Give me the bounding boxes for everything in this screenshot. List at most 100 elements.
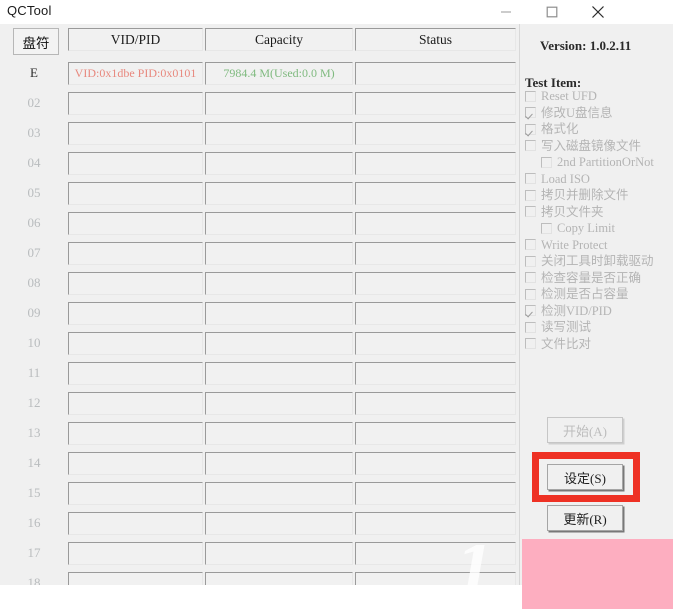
cell-status[interactable]	[355, 152, 516, 175]
checkbox-icon[interactable]	[525, 173, 536, 185]
cell-vidpid[interactable]	[68, 482, 203, 505]
cell-capacity[interactable]	[205, 182, 353, 205]
table-row[interactable]: 14	[0, 448, 519, 478]
table-row[interactable]: 08	[0, 268, 519, 298]
table-row[interactable]: 12	[0, 388, 519, 418]
column-header-vidpid[interactable]: VID/PID	[68, 28, 203, 51]
checkbox-icon[interactable]	[525, 206, 536, 218]
cell-capacity[interactable]: 7984.4 M(Used:0.0 M)	[205, 62, 353, 85]
cell-status[interactable]	[355, 182, 516, 205]
checkbox-icon[interactable]	[525, 189, 536, 201]
cell-capacity[interactable]	[205, 272, 353, 295]
cell-vidpid[interactable]	[68, 392, 203, 415]
cell-status[interactable]	[355, 362, 516, 385]
test-item-row[interactable]: 检测是否占容量	[520, 286, 673, 303]
cell-status[interactable]	[355, 572, 516, 585]
checkbox-icon[interactable]	[525, 321, 536, 333]
table-row[interactable]: 04	[0, 148, 519, 178]
cell-status[interactable]	[355, 482, 516, 505]
cell-vidpid[interactable]	[68, 362, 203, 385]
checkbox-icon[interactable]	[525, 123, 536, 135]
cell-capacity[interactable]	[205, 482, 353, 505]
checkbox-icon[interactable]	[525, 90, 536, 102]
test-item-row[interactable]: 读写测试	[520, 319, 673, 336]
test-item-row[interactable]: Load ISO	[520, 171, 673, 188]
test-item-row[interactable]: Write Protect	[520, 237, 673, 254]
test-item-row[interactable]: 格式化	[520, 121, 673, 138]
cell-status[interactable]	[355, 392, 516, 415]
start-button[interactable]: 开始(A)	[547, 417, 623, 443]
table-row[interactable]: 16	[0, 508, 519, 538]
cell-status[interactable]	[355, 242, 516, 265]
checkbox-icon[interactable]	[525, 140, 536, 152]
table-row[interactable]: 06	[0, 208, 519, 238]
cell-capacity[interactable]	[205, 422, 353, 445]
cell-vidpid[interactable]	[68, 272, 203, 295]
cell-vidpid[interactable]	[68, 542, 203, 565]
checkbox-icon[interactable]	[525, 272, 536, 284]
table-row[interactable]: 10	[0, 328, 519, 358]
cell-status[interactable]	[355, 512, 516, 535]
cell-vidpid[interactable]	[68, 122, 203, 145]
test-item-row[interactable]: 文件比对	[520, 336, 673, 353]
cell-capacity[interactable]	[205, 92, 353, 115]
table-row[interactable]: 15	[0, 478, 519, 508]
test-item-row[interactable]: 2nd PartitionOrNot	[520, 154, 673, 171]
table-row[interactable]: 03	[0, 118, 519, 148]
cell-status[interactable]	[355, 62, 516, 85]
cell-vidpid[interactable]	[68, 152, 203, 175]
test-item-row[interactable]: Copy Limit	[520, 220, 673, 237]
cell-vidpid[interactable]	[68, 242, 203, 265]
table-row[interactable]: 17	[0, 538, 519, 568]
cell-capacity[interactable]	[205, 242, 353, 265]
table-row[interactable]: 11	[0, 358, 519, 388]
test-item-row[interactable]: 修改U盘信息	[520, 105, 673, 122]
cell-status[interactable]	[355, 332, 516, 355]
test-item-row[interactable]: 写入磁盘镜像文件	[520, 138, 673, 155]
update-button[interactable]: 更新(R)	[547, 505, 623, 531]
test-item-row[interactable]: 检查容量是否正确	[520, 270, 673, 287]
test-item-row[interactable]: 关闭工具时卸载驱动	[520, 253, 673, 270]
column-header-drive[interactable]: 盘符	[13, 28, 59, 55]
checkbox-icon[interactable]	[541, 222, 552, 234]
table-row[interactable]: 05	[0, 178, 519, 208]
cell-status[interactable]	[355, 272, 516, 295]
cell-status[interactable]	[355, 542, 516, 565]
table-row[interactable]: 07	[0, 238, 519, 268]
cell-capacity[interactable]	[205, 332, 353, 355]
cell-capacity[interactable]	[205, 212, 353, 235]
cell-vidpid[interactable]: VID:0x1dbe PID:0x0101	[68, 62, 203, 85]
cell-vidpid[interactable]	[68, 92, 203, 115]
cell-vidpid[interactable]	[68, 332, 203, 355]
cell-status[interactable]	[355, 92, 516, 115]
checkbox-icon[interactable]	[525, 305, 536, 317]
cell-vidpid[interactable]	[68, 302, 203, 325]
cell-capacity[interactable]	[205, 122, 353, 145]
checkbox-icon[interactable]	[525, 239, 536, 251]
checkbox-icon[interactable]	[525, 338, 536, 350]
cell-capacity[interactable]	[205, 302, 353, 325]
cell-vidpid[interactable]	[68, 452, 203, 475]
cell-status[interactable]	[355, 422, 516, 445]
close-button[interactable]	[575, 0, 621, 24]
cell-status[interactable]	[355, 302, 516, 325]
cell-vidpid[interactable]	[68, 572, 203, 585]
minimize-button[interactable]	[483, 0, 529, 24]
cell-vidpid[interactable]	[68, 212, 203, 235]
cell-vidpid[interactable]	[68, 422, 203, 445]
cell-status[interactable]	[355, 452, 516, 475]
cell-capacity[interactable]	[205, 152, 353, 175]
test-item-row[interactable]: 拷贝文件夹	[520, 204, 673, 221]
column-header-capacity[interactable]: Capacity	[205, 28, 353, 51]
cell-status[interactable]	[355, 212, 516, 235]
table-row[interactable]: 02	[0, 88, 519, 118]
cell-vidpid[interactable]	[68, 182, 203, 205]
cell-capacity[interactable]	[205, 392, 353, 415]
checkbox-icon[interactable]	[525, 107, 536, 119]
cell-capacity[interactable]	[205, 572, 353, 585]
cell-vidpid[interactable]	[68, 512, 203, 535]
maximize-button[interactable]	[529, 0, 575, 24]
table-row[interactable]: 18	[0, 568, 519, 585]
cell-capacity[interactable]	[205, 542, 353, 565]
test-item-row[interactable]: Reset UFD	[520, 88, 673, 105]
